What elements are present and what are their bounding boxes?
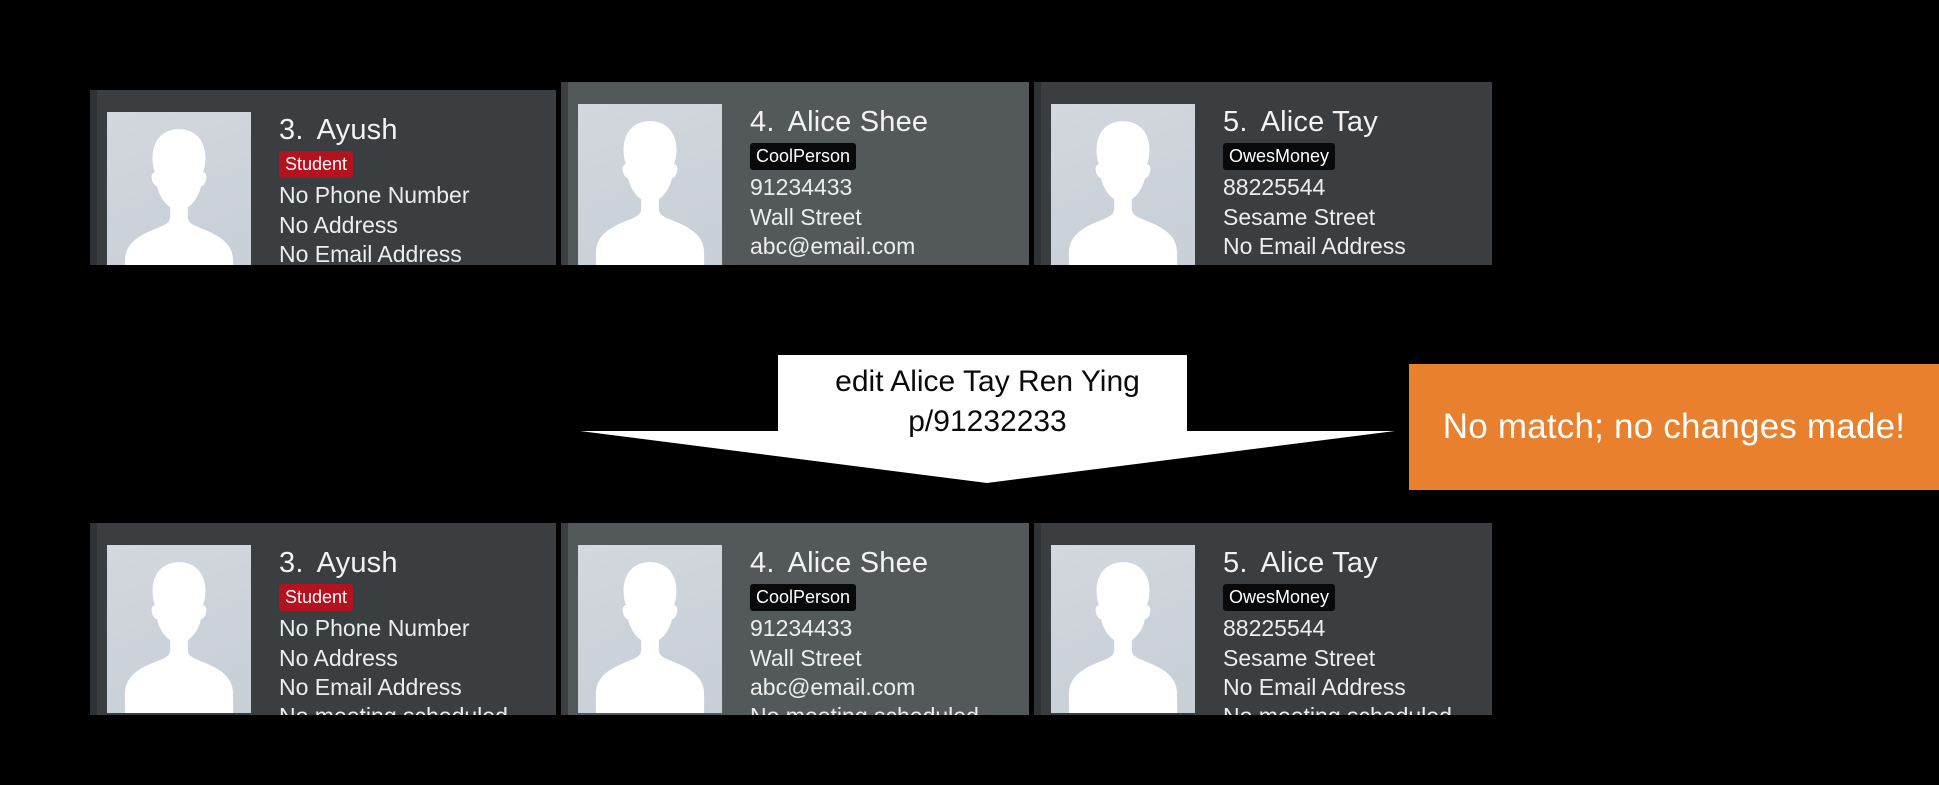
person-name-text: Alice Tay <box>1260 106 1378 138</box>
person-card[interactable]: 5. Alice Tay OwesMoney 88225544 Sesame St… <box>1034 523 1492 715</box>
person-meeting: No meeting scheduled <box>750 261 1029 265</box>
person-meeting: No meeting scheduled <box>1223 261 1492 265</box>
person-email: No Email Address <box>279 240 462 265</box>
person-details: 3. Ayush Student No Phone Number No Addre… <box>251 545 556 715</box>
person-tag: OwesMoney <box>1223 584 1336 612</box>
avatar <box>578 545 722 713</box>
person-email: No Email Address <box>1223 673 1406 700</box>
down-arrow-icon <box>575 355 1400 485</box>
person-phone: 91234433 <box>750 615 853 642</box>
person-name: 4. Alice Shee <box>750 106 1029 138</box>
person-address: Sesame Street <box>1223 203 1376 230</box>
tag-row: OwesMoney <box>1223 143 1492 171</box>
card-accent-bar <box>1034 523 1041 715</box>
avatar <box>578 104 722 265</box>
card-accent-bar <box>90 90 97 265</box>
person-details: 5. Alice Tay OwesMoney 88225544 Sesame St… <box>1195 545 1492 715</box>
person-card[interactable]: 3. Ayush Student No Phone Number No Addre… <box>90 90 556 265</box>
person-index: 4. <box>750 547 775 579</box>
person-address: No Address <box>279 211 398 238</box>
person-card[interactable]: 3. Ayush Student No Phone Number No Addre… <box>90 523 556 715</box>
person-email: abc@email.com <box>750 232 916 259</box>
tag-row: Student <box>279 151 556 179</box>
avatar <box>107 112 251 265</box>
card-accent-bar <box>1034 82 1041 265</box>
person-details: 5. Alice Tay OwesMoney 88225544 Sesame St… <box>1195 104 1492 265</box>
person-phone: No Phone Number <box>279 182 470 209</box>
person-name-text: Alice Tay <box>1260 547 1378 579</box>
person-address: Wall Street <box>750 644 862 671</box>
person-name-text: Alice Shee <box>787 547 929 579</box>
person-meeting: No meeting scheduled <box>279 702 556 715</box>
person-index: 4. <box>750 106 775 138</box>
person-tag: Student <box>279 584 354 612</box>
person-name: 3. Ayush <box>279 547 556 579</box>
person-tag: CoolPerson <box>750 584 857 612</box>
person-email: No Email Address <box>279 673 462 700</box>
avatar <box>107 545 251 713</box>
tag-row: CoolPerson <box>750 584 1029 612</box>
card-accent-bar <box>90 523 97 715</box>
avatar <box>1051 545 1195 713</box>
person-phone: No Phone Number <box>279 615 470 642</box>
person-details: 4. Alice Shee CoolPerson 91234433 Wall St… <box>722 545 1029 715</box>
person-index: 5. <box>1223 106 1248 138</box>
person-name: 4. Alice Shee <box>750 547 1029 579</box>
tag-row: CoolPerson <box>750 143 1029 171</box>
tag-row: Student <box>279 584 556 612</box>
person-phone: 88225544 <box>1223 174 1326 201</box>
person-email: abc@email.com <box>750 673 916 700</box>
person-name: 5. Alice Tay <box>1223 106 1492 138</box>
person-card[interactable]: 4. Alice Shee CoolPerson 91234433 Wall St… <box>561 523 1029 715</box>
person-card[interactable]: 5. Alice Tay OwesMoney 88225544 Sesame St… <box>1034 82 1492 265</box>
person-details: 3. Ayush Student No Phone Number No Addre… <box>251 112 556 265</box>
person-meeting: No meeting scheduled <box>750 702 1029 715</box>
person-phone: 91234433 <box>750 174 853 201</box>
person-address: Wall Street <box>750 203 862 230</box>
person-phone: 88225544 <box>1223 615 1326 642</box>
person-tag: OwesMoney <box>1223 143 1336 171</box>
person-tag: Student <box>279 151 354 179</box>
person-card[interactable]: 4. Alice Shee CoolPerson 91234433 Wall St… <box>561 82 1029 265</box>
person-address: No Address <box>279 644 398 671</box>
person-email: No Email Address <box>1223 232 1406 259</box>
person-tag: CoolPerson <box>750 143 857 171</box>
person-index: 3. <box>279 114 304 146</box>
person-name: 5. Alice Tay <box>1223 547 1492 579</box>
person-name: 3. Ayush <box>279 114 556 146</box>
tag-row: OwesMoney <box>1223 584 1492 612</box>
card-accent-bar <box>561 523 568 715</box>
status-message: No match; no changes made! <box>1442 407 1906 446</box>
avatar <box>1051 104 1195 265</box>
person-name-text: Ayush <box>316 547 398 579</box>
status-banner: No match; no changes made! <box>1409 364 1939 490</box>
person-index: 3. <box>279 547 304 579</box>
person-meeting: No meeting scheduled <box>1223 702 1492 715</box>
person-address: Sesame Street <box>1223 644 1376 671</box>
person-details: 4. Alice Shee CoolPerson 91234433 Wall St… <box>722 104 1029 265</box>
person-index: 5. <box>1223 547 1248 579</box>
person-name-text: Alice Shee <box>787 106 929 138</box>
person-name-text: Ayush <box>316 114 398 146</box>
card-accent-bar <box>561 82 568 265</box>
